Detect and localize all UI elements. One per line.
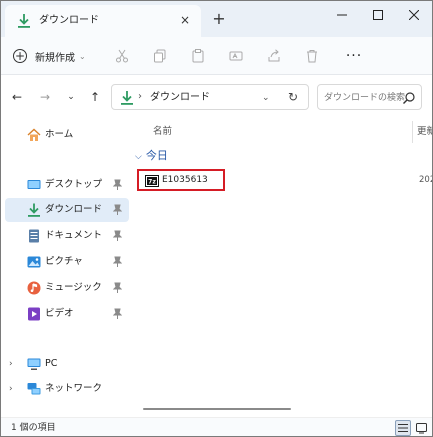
7zip-file-icon: 7z — [145, 175, 159, 187]
tab-title: ダウンロード — [39, 15, 99, 26]
sidebar-item-label: ビデオ — [45, 308, 74, 319]
maximize-icon — [373, 10, 383, 20]
svg-text:7z: 7z — [148, 179, 156, 186]
sidebar-item-documents[interactable]: ドキュメント — [5, 224, 129, 248]
sidebar-item-label: ピクチャ — [45, 256, 83, 267]
download-icon — [17, 13, 31, 29]
breadcrumb-downloads[interactable]: ダウンロード — [150, 91, 210, 105]
navigation-pane: ホーム デスクトップ ダウンロード ドキュメント ピクチャ ミュージック ビデオ… — [1, 121, 129, 417]
sidebar-item-label: ダウンロード — [45, 204, 103, 215]
network-icon — [27, 382, 41, 396]
more-options-icon[interactable]: ··· — [345, 47, 363, 65]
sidebar-item-pictures[interactable]: ピクチャ — [5, 250, 129, 274]
pc-icon — [27, 357, 41, 371]
close-icon — [409, 10, 419, 20]
forward-button[interactable]: → — [37, 89, 53, 105]
pin-icon — [112, 179, 123, 194]
chevron-right-icon[interactable]: › — [9, 357, 13, 371]
cut-icon[interactable] — [113, 47, 131, 65]
sidebar-item-label: ホーム — [45, 129, 74, 140]
minimize-icon — [337, 14, 347, 16]
paste-icon[interactable] — [189, 47, 207, 65]
plus-circle-icon: + — [13, 49, 27, 63]
music-icon — [27, 281, 41, 295]
horizontal-scrollbar[interactable] — [143, 408, 291, 410]
sidebar-item-label: ドキュメント — [45, 230, 103, 241]
new-button[interactable]: + 新規作成 ⌄ — [13, 45, 86, 67]
group-header-today[interactable]: ⌵ 今日 — [135, 149, 168, 163]
document-icon — [27, 229, 41, 243]
file-list: 名前 更新 ⌵今日 7z E1035613 202 — [129, 121, 432, 417]
details-view-icon — [398, 424, 408, 432]
column-header-date[interactable]: 更新 — [417, 125, 432, 139]
desktop-icon — [27, 178, 41, 192]
new-button-label: 新規作成 — [35, 52, 75, 64]
rename-icon[interactable] — [227, 47, 245, 65]
recent-locations-button[interactable]: ⌄ — [63, 89, 79, 105]
home-icon — [27, 128, 41, 142]
chevron-down-icon: ⌵ — [135, 152, 142, 162]
close-button[interactable] — [393, 1, 432, 29]
sidebar-item-videos[interactable]: ビデオ — [5, 302, 129, 326]
up-button[interactable]: ↑ — [87, 89, 103, 105]
status-bar: 1 個の項目 — [1, 417, 432, 436]
pin-icon — [112, 230, 123, 245]
sidebar-item-downloads[interactable]: ダウンロード — [5, 198, 129, 222]
tiles-view-icon — [415, 422, 427, 433]
address-bar[interactable]: › ダウンロード ⌄ ↻ — [111, 84, 309, 110]
pin-icon — [112, 282, 123, 297]
column-header-name[interactable]: 名前 — [153, 125, 172, 139]
sidebar-item-network[interactable]: › ネットワーク — [5, 377, 129, 401]
chevron-right-icon[interactable]: › — [9, 382, 13, 396]
address-dropdown-icon[interactable]: ⌄ — [262, 91, 270, 105]
back-button[interactable]: ← — [9, 89, 25, 105]
tab-close-icon[interactable]: × — [177, 12, 193, 28]
pin-icon — [112, 308, 123, 323]
sidebar-item-music[interactable]: ミュージック — [5, 276, 129, 300]
refresh-icon[interactable]: ↻ — [288, 90, 298, 104]
sidebar-item-label: ミュージック — [45, 282, 102, 293]
file-date: 202 — [419, 175, 432, 185]
download-icon — [27, 203, 41, 217]
chevron-down-icon: ⌄ — [79, 51, 86, 61]
sidebar-item-pc[interactable]: › PC — [5, 352, 129, 376]
sidebar-item-home[interactable]: ホーム — [5, 123, 129, 147]
title-bar: ダウンロード × + — [1, 1, 432, 37]
search-icon — [402, 91, 416, 105]
pictures-icon — [27, 255, 41, 269]
address-row: ← → ⌄ ↑ › ダウンロード ⌄ ↻ ダウンロードの検索 — [1, 75, 432, 121]
new-tab-button[interactable]: + — [211, 11, 227, 27]
column-divider[interactable] — [412, 121, 413, 143]
download-icon — [120, 90, 134, 106]
share-icon[interactable] — [265, 47, 283, 65]
sidebar-item-desktop[interactable]: デスクトップ — [5, 173, 129, 197]
file-explorer-window: ダウンロード × + + 新規作成 ⌄ ··· ← → ⌄ ↑ › ダウンロード… — [0, 0, 433, 437]
search-box[interactable]: ダウンロードの検索 — [317, 84, 422, 110]
sidebar-item-label: デスクトップ — [45, 179, 103, 190]
file-row[interactable]: 7z E1035613 — [137, 169, 225, 191]
sidebar-item-label: ネットワーク — [45, 383, 103, 394]
file-name: E1035613 — [162, 175, 208, 185]
group-label: 今日 — [145, 149, 168, 162]
tab-downloads[interactable]: ダウンロード × — [5, 5, 201, 37]
command-bar: + 新規作成 ⌄ ··· — [1, 37, 432, 75]
sidebar-item-label: PC — [45, 358, 58, 369]
breadcrumb-separator: › — [138, 91, 142, 102]
delete-icon[interactable] — [303, 47, 321, 65]
video-icon — [27, 307, 41, 321]
pin-icon — [112, 256, 123, 271]
pin-icon — [112, 204, 123, 219]
details-view-button[interactable] — [395, 420, 411, 436]
item-count: 1 個の項目 — [11, 423, 56, 433]
search-input[interactable]: ダウンロードの検索 — [324, 91, 405, 105]
large-icons-view-button[interactable] — [413, 420, 429, 436]
copy-icon[interactable] — [151, 47, 169, 65]
